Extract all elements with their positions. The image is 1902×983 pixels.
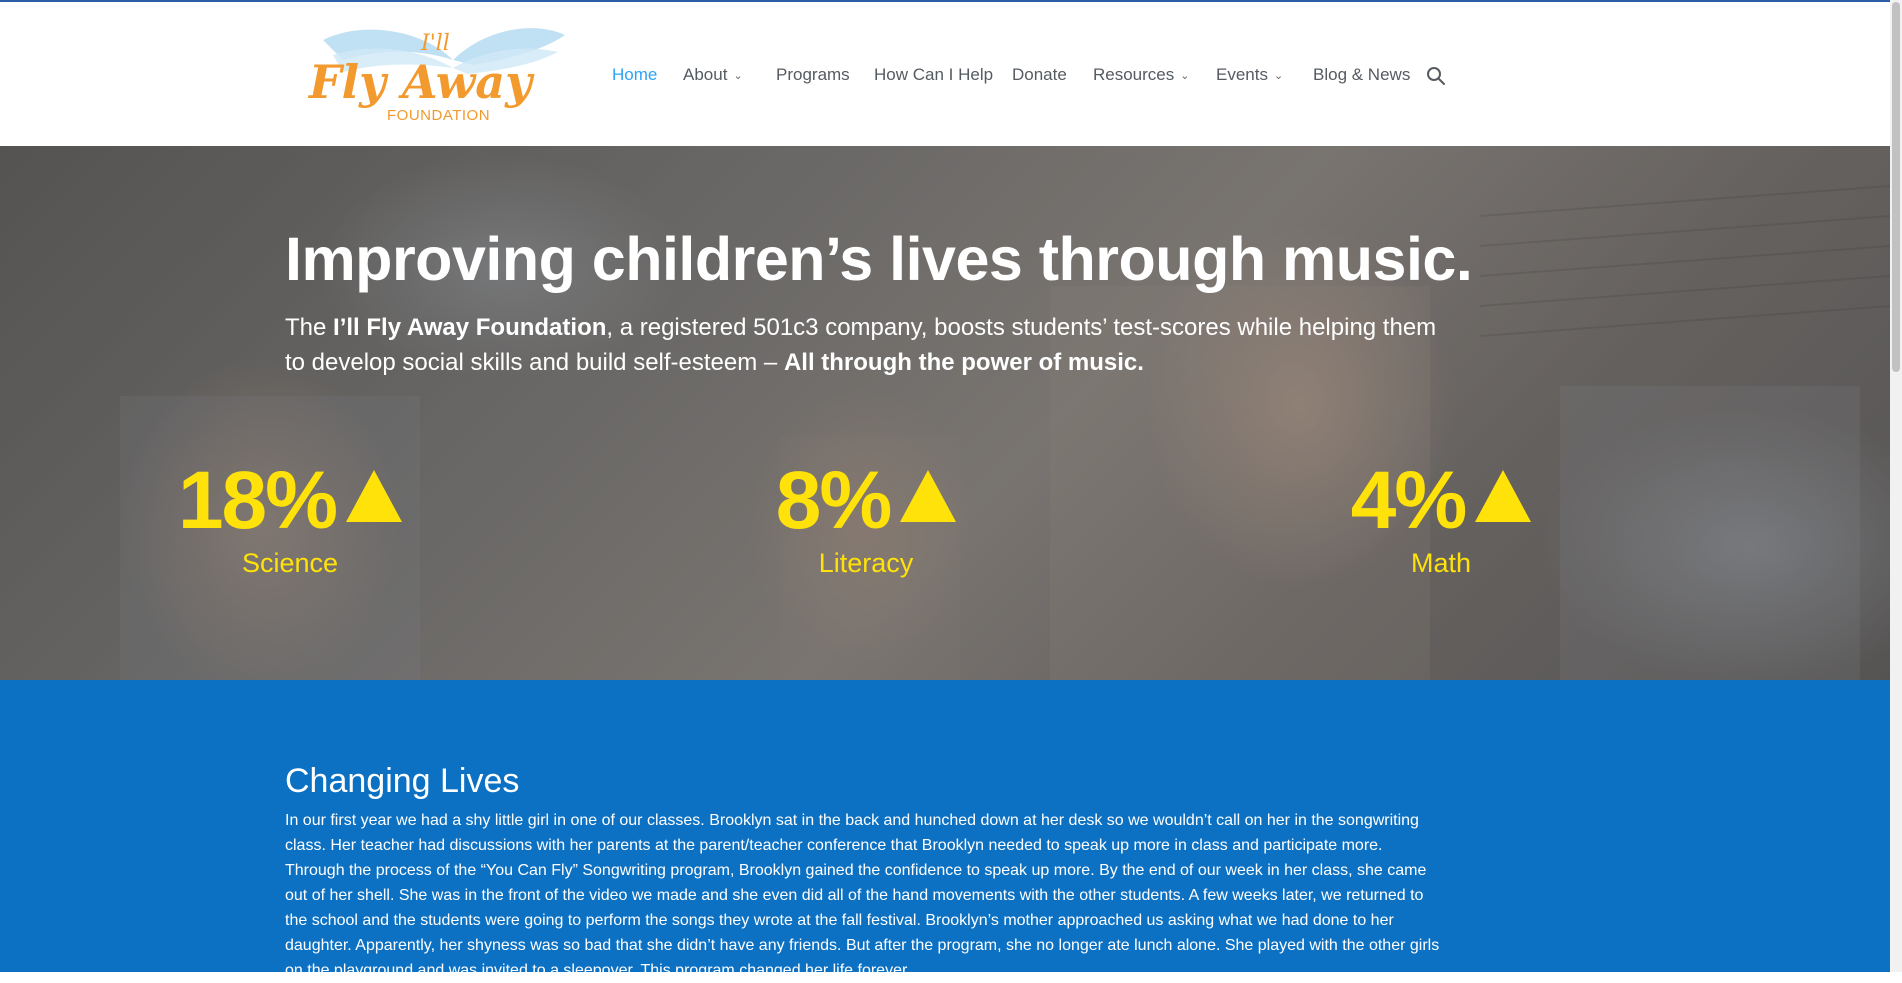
stat-literacy-value: 8% xyxy=(758,456,974,546)
up-arrow-icon xyxy=(1475,470,1532,522)
nav-events[interactable]: Events ⌄ xyxy=(1216,64,1283,87)
hero-section: Improving children’s lives through music… xyxy=(0,146,1890,680)
nav-programs-label: Programs xyxy=(776,65,850,84)
up-arrow-icon xyxy=(900,470,957,522)
stat-science: 18% Science xyxy=(172,456,408,579)
nav-resources-label: Resources xyxy=(1093,65,1175,84)
nav-about-label: About xyxy=(683,65,728,84)
nav-blog-news[interactable]: Blog & News xyxy=(1313,64,1410,86)
stat-science-label: Science xyxy=(241,548,339,578)
stat-science-number: 18% xyxy=(177,455,338,546)
nav-home[interactable]: Home xyxy=(612,64,657,86)
stat-literacy-label: Literacy xyxy=(818,548,914,578)
stat-math: 4% Math xyxy=(1336,456,1546,579)
hero-subtitle-tagline: All through the power of music. xyxy=(783,349,1144,376)
stat-math-number: 4% xyxy=(1350,455,1468,546)
stat-math-label: Math xyxy=(1410,548,1472,578)
up-arrow-icon xyxy=(346,470,403,522)
main-nav: Home About ⌄ Programs How Can I Help Dona… xyxy=(0,2,1890,146)
nav-blog-news-label: Blog & News xyxy=(1313,65,1411,84)
section-body: In our first year we had a shy little gi… xyxy=(285,812,1440,979)
nav-donate-label: Donate xyxy=(1012,65,1067,84)
nav-how-can-i-help-label: How Can I Help xyxy=(874,65,994,84)
nav-events-label: Events xyxy=(1216,65,1268,84)
nav-programs[interactable]: Programs xyxy=(776,64,850,86)
hero-subtitle-org: I’ll Fly Away Foundation xyxy=(333,314,607,341)
nav-about[interactable]: About ⌄ xyxy=(683,64,743,87)
nav-resources[interactable]: Resources ⌄ xyxy=(1093,64,1189,87)
nav-how-can-i-help[interactable]: How Can I Help xyxy=(874,64,993,86)
chevron-down-icon: ⌄ xyxy=(733,70,743,82)
search-icon[interactable] xyxy=(1426,66,1446,86)
stat-math-value: 4% xyxy=(1336,456,1546,546)
nav-donate[interactable]: Donate xyxy=(1012,64,1067,86)
stat-literacy: 8% Literacy xyxy=(758,456,974,579)
hero-subtitle-pre: The xyxy=(285,314,334,341)
hero-subtitle: The I’ll Fly Away Foundation, a register… xyxy=(285,310,1445,380)
scrollbar-thumb[interactable] xyxy=(1892,2,1900,372)
nav-home-label: Home xyxy=(612,65,658,84)
changing-lives-section: Changing Lives In our first year we had … xyxy=(0,680,1890,979)
site-header: I'll Fly Away FOUNDATION Home About ⌄ Pro… xyxy=(0,2,1890,146)
section-title: Changing Lives xyxy=(285,762,520,800)
chevron-down-icon: ⌄ xyxy=(1180,70,1190,82)
chevron-down-icon: ⌄ xyxy=(1273,70,1284,82)
hero-title: Improving children’s lives through music… xyxy=(285,225,1473,293)
stat-science-value: 18% xyxy=(172,456,408,546)
stat-literacy-number: 8% xyxy=(775,455,893,546)
